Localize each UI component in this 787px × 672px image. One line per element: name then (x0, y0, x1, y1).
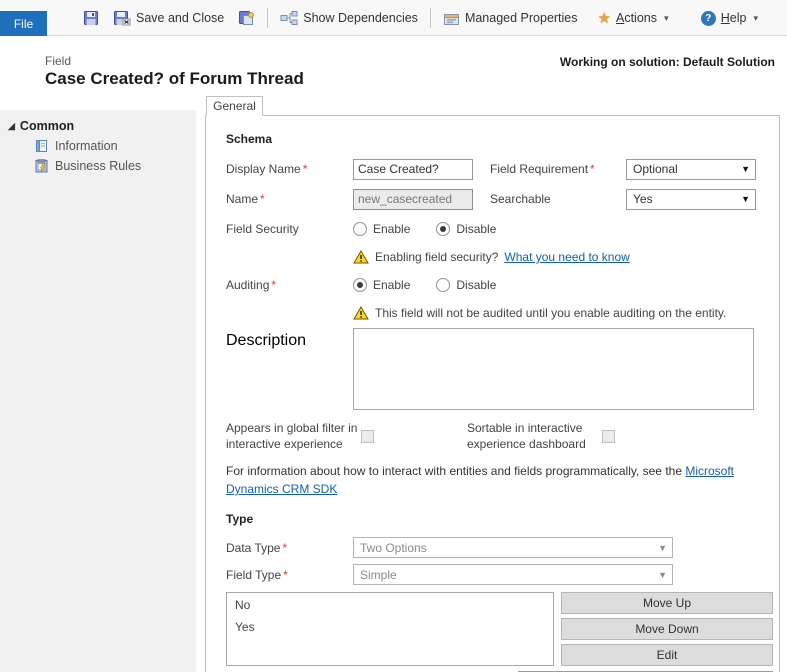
page-title: Case Created? of Forum Thread (45, 69, 304, 89)
toolbar-separator (267, 8, 268, 28)
sdk-note: For information about how to interact wi… (226, 462, 751, 498)
move-up-button[interactable]: Move Up (561, 592, 773, 614)
help-icon: ? (701, 11, 716, 26)
field-requirement-value: Optional (633, 162, 678, 176)
searchable-value: Yes (633, 192, 653, 206)
actions-menu-button[interactable]: ★ Actions ▾ (591, 5, 676, 31)
sortable-checkbox[interactable] (602, 430, 615, 443)
sidebar-item-label: Information (55, 139, 118, 153)
chevron-down-icon: ▾ (664, 13, 669, 24)
auditing-disable-label: Disable (456, 278, 496, 292)
save-and-close-icon (113, 10, 131, 26)
save-button[interactable] (76, 6, 106, 30)
file-menu-button[interactable]: File (0, 11, 47, 36)
field-type-label: Field Type* (226, 568, 353, 582)
options-listbox[interactable]: No Yes (226, 592, 554, 666)
data-type-label: Data Type* (226, 541, 353, 555)
sidebar-group-label: Common (20, 119, 74, 133)
actions-star-icon: ★ (598, 9, 611, 27)
sidebar-item-label: Business Rules (55, 159, 141, 173)
required-marker: * (590, 162, 595, 176)
list-item[interactable]: Yes (227, 617, 553, 639)
entity-type-label: Field (45, 54, 71, 68)
required-marker: * (303, 162, 308, 176)
managed-properties-label: Managed Properties (465, 11, 578, 25)
sidebar-item-information[interactable]: Information (34, 136, 196, 156)
field-editor-window: File Save and Close (0, 0, 787, 672)
searchable-label: Searchable (490, 192, 626, 206)
description-textarea[interactable] (353, 328, 754, 410)
field-requirement-select[interactable]: Optional ▼ (626, 159, 756, 180)
field-security-enable-radio[interactable] (353, 222, 367, 236)
sidebar: ◢ Common Information Business Rules (0, 110, 196, 672)
global-filter-label: Appears in global filter in interactive … (226, 420, 361, 452)
tree-expanded-icon: ◢ (8, 121, 15, 132)
select-arrow-icon: ▼ (658, 570, 667, 580)
sdk-note-text: For information about how to interact wi… (226, 464, 685, 478)
help-menu-button[interactable]: ? Help ▾ (694, 7, 765, 30)
show-dependencies-icon (280, 11, 298, 25)
what-you-need-to-know-link[interactable]: What you need to know (504, 250, 629, 264)
data-type-value: Two Options (360, 541, 427, 555)
warning-icon (353, 250, 369, 264)
warning-icon (353, 306, 369, 320)
save-as-button[interactable] (231, 6, 262, 30)
help-label: Help (721, 11, 747, 25)
required-marker: * (271, 278, 276, 292)
auditing-enable-label: Enable (373, 278, 410, 292)
working-on-solution-label: Working on solution: Default Solution (560, 55, 775, 69)
schema-section-heading: Schema (226, 132, 779, 146)
toolbar: File Save and Close (0, 0, 787, 36)
sortable-label: Sortable in interactive experience dashb… (467, 420, 597, 452)
select-arrow-icon: ▼ (741, 194, 750, 204)
list-item[interactable]: No (227, 595, 553, 617)
show-dependencies-label: Show Dependencies (303, 11, 418, 25)
field-security-disable-radio[interactable] (436, 222, 450, 236)
save-and-close-label: Save and Close (136, 11, 224, 25)
sidebar-item-business-rules[interactable]: Business Rules (34, 156, 196, 176)
save-and-close-button[interactable]: Save and Close (106, 6, 231, 30)
save-icon (83, 10, 99, 26)
information-icon (34, 139, 49, 153)
searchable-select[interactable]: Yes ▼ (626, 189, 756, 210)
description-label: Description (226, 328, 353, 350)
chevron-down-icon: ▾ (753, 13, 758, 24)
managed-properties-icon (443, 11, 460, 26)
display-name-label: Display Name* (226, 162, 353, 176)
field-requirement-label: Field Requirement* (490, 162, 626, 176)
type-section-heading: Type (226, 512, 779, 526)
required-marker: * (283, 568, 288, 582)
select-arrow-icon: ▼ (741, 164, 750, 174)
sidebar-group-common[interactable]: ◢ Common (8, 116, 196, 136)
name-label: Name* (226, 192, 353, 206)
field-type-select: Simple ▼ (353, 564, 673, 585)
required-marker: * (260, 192, 265, 206)
actions-label: Actions (616, 11, 657, 25)
tab-general[interactable]: General (206, 96, 263, 116)
display-name-input[interactable] (353, 159, 473, 180)
auditing-label: Auditing* (226, 278, 353, 292)
show-dependencies-button[interactable]: Show Dependencies (273, 7, 425, 29)
data-type-select: Two Options ▼ (353, 537, 673, 558)
edit-button[interactable]: Edit (561, 644, 773, 666)
general-tab-panel: Schema Display Name* Field Requirement* … (205, 115, 780, 672)
field-type-value: Simple (360, 568, 397, 582)
field-security-label: Field Security (226, 222, 353, 236)
auditing-enable-radio[interactable] (353, 278, 367, 292)
toolbar-separator (430, 8, 431, 28)
managed-properties-button[interactable]: Managed Properties (436, 7, 585, 30)
move-down-button[interactable]: Move Down (561, 618, 773, 640)
name-input (353, 189, 473, 210)
select-arrow-icon: ▼ (658, 543, 667, 553)
field-security-warning-text: Enabling field security? (375, 250, 498, 264)
global-filter-checkbox[interactable] (361, 430, 374, 443)
auditing-disable-radio[interactable] (436, 278, 450, 292)
field-security-enable-label: Enable (373, 222, 410, 236)
required-marker: * (282, 541, 287, 555)
business-rules-icon (34, 159, 49, 173)
auditing-warning-text: This field will not be audited until you… (375, 306, 726, 320)
save-as-icon (238, 10, 255, 26)
field-security-disable-label: Disable (456, 222, 496, 236)
